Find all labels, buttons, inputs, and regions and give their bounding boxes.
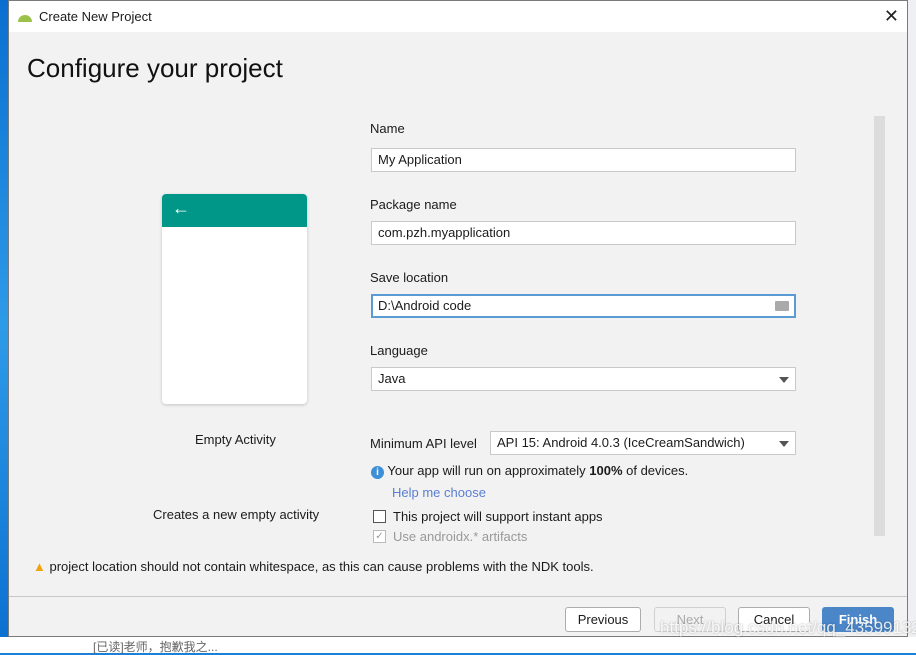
info-text-end: of devices. — [622, 463, 689, 478]
create-project-dialog: Create New Project ✕ Configure your proj… — [8, 0, 908, 637]
template-name: Empty Activity — [195, 432, 276, 447]
desktop-background — [0, 0, 8, 653]
window-title: Create New Project — [39, 9, 152, 24]
template-description: Creates a new empty activity — [153, 507, 320, 522]
location-input[interactable]: D:\Android code — [371, 294, 796, 318]
back-arrow-icon: ← — [162, 194, 307, 227]
api-select[interactable]: API 15: Android 4.0.3 (IceCreamSandwich) — [490, 431, 796, 455]
android-icon — [18, 14, 32, 22]
name-label: Name — [370, 121, 405, 136]
api-value: API 15: Android 4.0.3 (IceCreamSandwich) — [497, 435, 745, 450]
name-input[interactable]: My Application — [371, 148, 796, 172]
info-icon: i — [371, 466, 384, 479]
language-value: Java — [378, 371, 406, 386]
package-label: Package name — [370, 197, 457, 212]
footer-divider — [9, 596, 907, 597]
info-text: Your app will run on approximately — [387, 463, 590, 478]
location-value: D:\Android code — [378, 298, 472, 313]
scrollbar[interactable] — [874, 116, 885, 536]
location-label: Save location — [370, 270, 449, 285]
androidx-checkbox[interactable]: ✓ — [373, 530, 386, 543]
package-input[interactable]: com.pzh.myapplication — [371, 221, 796, 245]
instant-apps-label: This project will support instant apps — [393, 509, 603, 524]
template-preview[interactable]: ← — [162, 194, 307, 404]
api-label: Minimum API level — [370, 436, 477, 451]
info-percent: 100% — [589, 463, 623, 478]
chevron-down-icon — [779, 441, 789, 447]
language-select[interactable]: Java — [371, 367, 796, 391]
language-label: Language — [370, 343, 428, 358]
androidx-label: Use androidx.* artifacts — [393, 529, 528, 544]
close-icon[interactable]: ✕ — [884, 6, 899, 27]
help-me-choose-link[interactable]: Help me choose — [392, 485, 486, 500]
folder-icon[interactable] — [775, 301, 789, 311]
warning-message: ▲ project location should not contain wh… — [33, 559, 594, 574]
warning-icon: ▲ — [33, 559, 46, 574]
chevron-down-icon — [779, 377, 789, 383]
warning-text: project location should not contain whit… — [49, 559, 594, 574]
watermark: https://blog.csdn.net/qq_43599132 — [660, 618, 916, 637]
page-title: Configure your project — [27, 53, 283, 83]
previous-button[interactable]: Previous — [565, 607, 641, 632]
desktop-background-right — [908, 0, 916, 653]
instant-apps-checkbox[interactable] — [373, 510, 386, 523]
api-info: i Your app will run on approximately 100… — [371, 463, 688, 479]
chat-preview: [已读]老师，抱歉我之... — [93, 640, 218, 654]
title-bar: Create New Project ✕ — [9, 1, 907, 32]
